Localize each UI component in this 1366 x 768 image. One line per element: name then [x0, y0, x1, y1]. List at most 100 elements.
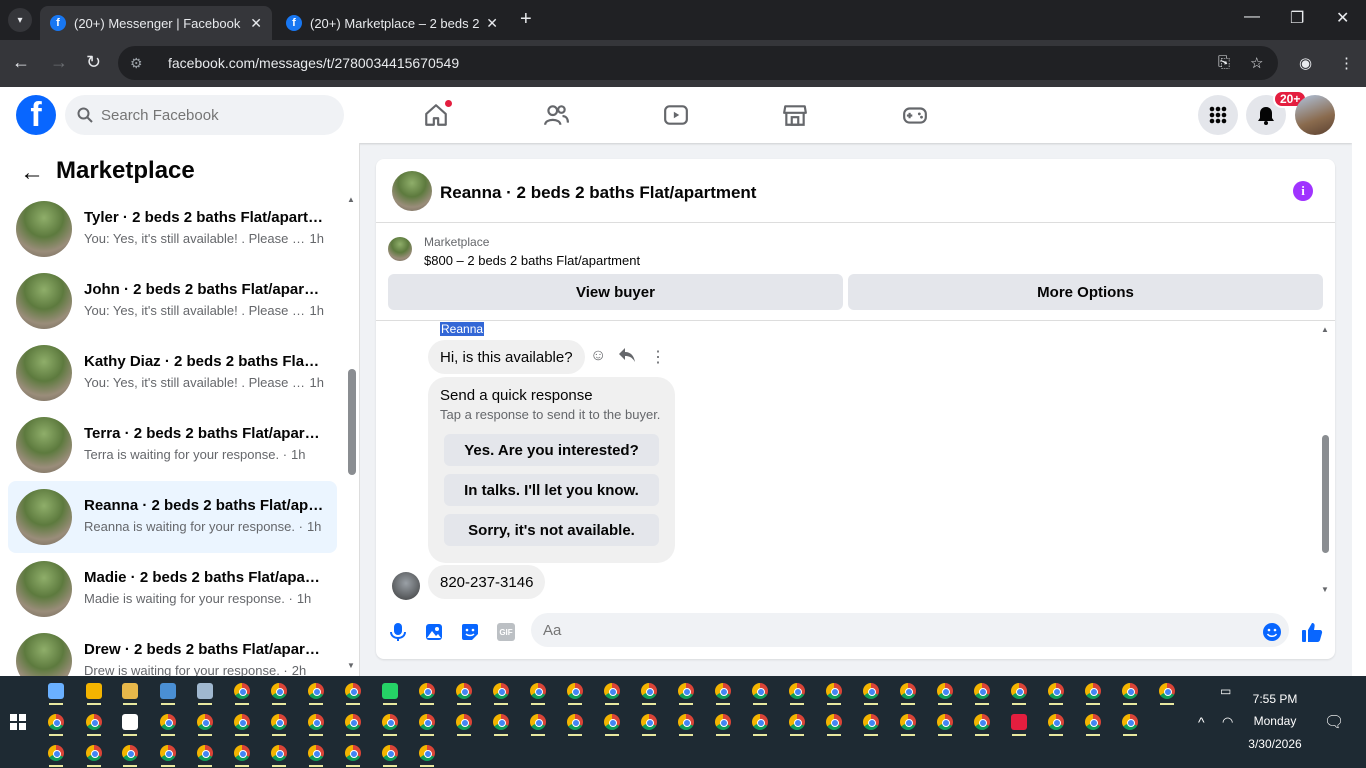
chrome-menu-icon[interactable]: ⋮: [1339, 54, 1354, 72]
message-input[interactable]: [543, 621, 1243, 639]
quick-response-button[interactable]: In talks. I'll let you know.: [444, 474, 659, 506]
more-options-button[interactable]: More Options: [848, 274, 1323, 310]
taskbar-app-icon[interactable]: [48, 745, 64, 761]
profile-icon[interactable]: ◉: [1299, 54, 1312, 72]
conversation-item[interactable]: John · 2 beds 2 baths Flat/apartment You…: [8, 265, 337, 337]
taskbar-app-icon[interactable]: [382, 714, 398, 730]
taskbar-app-icon[interactable]: [160, 683, 176, 699]
taskbar-app-icon[interactable]: [863, 683, 879, 699]
taskbar-app-icon[interactable]: [974, 714, 990, 730]
taskbar-app-icon[interactable]: [197, 683, 213, 699]
conversation-item[interactable]: Kathy Diaz · 2 beds 2 baths Flat/apartme…: [8, 337, 337, 409]
taskbar-app-icon[interactable]: [678, 714, 694, 730]
sender-avatar[interactable]: [392, 572, 420, 600]
taskbar-app-icon[interactable]: [382, 683, 398, 699]
scroll-down-arrow-icon[interactable]: ▼: [1321, 585, 1329, 594]
scroll-up-arrow-icon[interactable]: ▲: [347, 195, 355, 204]
taskbar-app-icon[interactable]: [345, 714, 361, 730]
sidebar-scrollbar[interactable]: [348, 369, 356, 475]
taskbar-app-icon[interactable]: [234, 714, 250, 730]
tab-search-button[interactable]: ▾: [8, 8, 32, 32]
conversation-item[interactable]: Drew · 2 beds 2 baths Flat/apartment Dre…: [8, 625, 337, 676]
taskbar-app-icon[interactable]: [752, 683, 768, 699]
taskbar-app-icon[interactable]: [382, 745, 398, 761]
taskbar-app-icon[interactable]: [1159, 683, 1175, 699]
forward-icon[interactable]: →: [50, 52, 68, 73]
taskbar-app-icon[interactable]: [308, 745, 324, 761]
conversation-item[interactable]: Tyler · 2 beds 2 baths Flat/apartment Yo…: [8, 193, 337, 265]
reload-icon[interactable]: ↻: [86, 52, 101, 73]
taskbar-app-icon[interactable]: [604, 714, 620, 730]
taskbar-app-icon[interactable]: [86, 683, 102, 699]
taskbar-app-icon[interactable]: [160, 714, 176, 730]
taskbar-app-icon[interactable]: [1122, 683, 1138, 699]
taskbar-app-icon[interactable]: [937, 714, 953, 730]
taskbar-app-icon[interactable]: [900, 714, 916, 730]
taskbar-app-icon[interactable]: [493, 683, 509, 699]
taskbar-app-icon[interactable]: [345, 683, 361, 699]
taskbar-app-icon[interactable]: [271, 683, 287, 699]
taskbar-app-icon[interactable]: [567, 683, 583, 699]
taskbar-app-icon[interactable]: [641, 714, 657, 730]
close-tab-icon[interactable]: ✕: [486, 15, 498, 32]
menu-grid-icon[interactable]: [1198, 95, 1238, 135]
more-actions-icon[interactable]: ⋮: [650, 347, 666, 367]
site-settings-icon[interactable]: ⚙: [130, 55, 154, 72]
photo-icon[interactable]: [423, 621, 445, 643]
scroll-up-arrow-icon[interactable]: ▲: [1321, 325, 1329, 334]
taskbar-app-icon[interactable]: [122, 683, 138, 699]
page-scrollbar[interactable]: [1352, 87, 1366, 676]
taskbar-app-icon[interactable]: [86, 714, 102, 730]
chat-scrollbar[interactable]: [1322, 435, 1329, 553]
back-arrow-icon[interactable]: ←: [20, 159, 44, 187]
taskbar-app-icon[interactable]: [419, 683, 435, 699]
taskbar-app-icon[interactable]: [271, 745, 287, 761]
taskbar-app-icon[interactable]: [715, 683, 731, 699]
taskbar-app-icon[interactable]: [1048, 714, 1064, 730]
clock-day[interactable]: Monday: [1240, 714, 1310, 728]
taskbar-app-icon[interactable]: [308, 683, 324, 699]
taskbar-app-icon[interactable]: [48, 683, 64, 699]
taskbar-app-icon[interactable]: [197, 745, 213, 761]
emoji-icon[interactable]: [1261, 621, 1283, 643]
minimize-icon[interactable]: —: [1244, 8, 1260, 26]
quick-response-button[interactable]: Yes. Are you interested?: [444, 434, 659, 466]
taskbar-app-icon[interactable]: [530, 714, 546, 730]
taskbar-app-icon[interactable]: [419, 745, 435, 761]
tab-marketplace[interactable]: f (20+) Marketplace – 2 beds 2 b ✕: [276, 6, 508, 40]
taskbar-app-icon[interactable]: [974, 683, 990, 699]
taskbar-app-icon[interactable]: [122, 714, 138, 730]
taskbar-app-icon[interactable]: [1122, 714, 1138, 730]
install-app-icon[interactable]: ⎘: [1218, 54, 1230, 71]
taskbar-app-icon[interactable]: [271, 714, 287, 730]
conversation-item[interactable]: Terra · 2 beds 2 baths Flat/apartment Te…: [8, 409, 337, 481]
like-thumb-icon[interactable]: [1301, 621, 1323, 643]
maximize-icon[interactable]: ❐: [1290, 8, 1304, 28]
gif-icon[interactable]: GIF: [495, 621, 517, 643]
close-tab-icon[interactable]: ✕: [250, 15, 262, 32]
taskbar-app-icon[interactable]: [234, 745, 250, 761]
quick-response-button[interactable]: Sorry, it's not available.: [444, 514, 659, 546]
message-input-box[interactable]: [531, 613, 1289, 647]
taskbar-app-icon[interactable]: [752, 714, 768, 730]
scroll-down-arrow-icon[interactable]: ▼: [347, 661, 355, 670]
taskbar-app-icon[interactable]: [826, 683, 842, 699]
taskbar-app-icon[interactable]: [1048, 683, 1064, 699]
taskbar-app-icon[interactable]: [1011, 714, 1027, 730]
taskbar-app-icon[interactable]: [863, 714, 879, 730]
search-input[interactable]: [101, 106, 301, 124]
taskbar-app-icon[interactable]: [1011, 683, 1027, 699]
chat-listing-avatar[interactable]: [392, 171, 432, 211]
taskbar-app-icon[interactable]: [308, 714, 324, 730]
info-icon[interactable]: i: [1293, 181, 1313, 201]
message-bubble[interactable]: 820-237-3146: [428, 565, 546, 599]
microphone-icon[interactable]: [387, 621, 409, 643]
taskbar-app-icon[interactable]: [715, 714, 731, 730]
taskbar-app-icon[interactable]: [234, 683, 250, 699]
bookmark-star-icon[interactable]: ☆: [1250, 54, 1263, 72]
marketplace-icon[interactable]: [779, 99, 811, 131]
show-hidden-icons-chevron-icon[interactable]: ^: [1198, 714, 1205, 730]
account-avatar[interactable]: [1295, 95, 1335, 135]
gaming-icon[interactable]: [899, 99, 931, 131]
reply-icon[interactable]: [618, 347, 636, 368]
